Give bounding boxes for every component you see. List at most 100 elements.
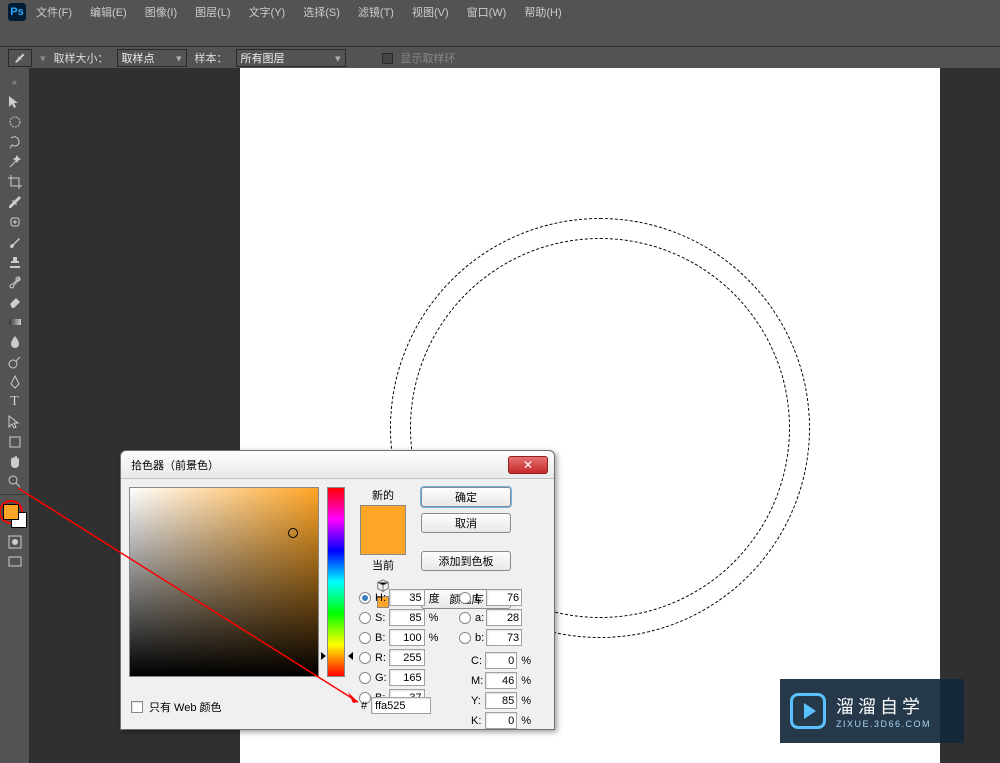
labb-label: b: [475, 632, 484, 644]
g-input[interactable] [389, 669, 425, 686]
dialog-close-button[interactable]: ✕ [508, 456, 548, 474]
watermark: 溜溜自学 ZIXUE.3D66.COM [780, 679, 964, 743]
shape-tool[interactable] [3, 432, 27, 452]
heal-tool[interactable] [3, 212, 27, 232]
dialog-titlebar[interactable]: 拾色器（前景色） ✕ [121, 451, 554, 479]
dodge-tool[interactable] [3, 352, 27, 372]
m-pct: % [521, 675, 531, 687]
brush-tool[interactable] [3, 232, 27, 252]
eraser-tool[interactable] [3, 292, 27, 312]
labb-input[interactable] [486, 629, 522, 646]
path-tool[interactable] [3, 412, 27, 432]
menu-select[interactable]: 选择(S) [303, 4, 340, 20]
hue-slider[interactable] [327, 487, 345, 677]
y-label: Y: [471, 695, 483, 707]
menu-view[interactable]: 视图(V) [412, 4, 449, 20]
L-radio[interactable] [459, 592, 471, 604]
color-swatches[interactable] [3, 504, 27, 528]
b-input[interactable] [389, 629, 425, 646]
watermark-cn: 溜溜自学 [836, 693, 931, 719]
labb-radio[interactable] [459, 632, 471, 644]
menu-edit[interactable]: 编辑(E) [90, 4, 127, 20]
a-input[interactable] [486, 609, 522, 626]
g-radio[interactable] [359, 672, 371, 684]
s-unit: % [429, 612, 440, 624]
hue-slider-thumb-icon[interactable] [323, 652, 351, 660]
blur-tool[interactable] [3, 332, 27, 352]
menu-type[interactable]: 文字(Y) [249, 4, 286, 20]
tools-panel: « T [0, 68, 30, 763]
wand-tool[interactable] [3, 152, 27, 172]
color-field[interactable] [129, 487, 319, 677]
menu-help[interactable]: 帮助(H) [524, 4, 561, 20]
menu-window[interactable]: 窗口(W) [467, 4, 507, 20]
dialog-title: 拾色器（前景色） [131, 457, 219, 473]
show-ring-checkbox[interactable] [382, 53, 393, 64]
quickmask-tool[interactable] [3, 532, 27, 552]
preview-new-color [361, 506, 405, 530]
move-tool[interactable] [3, 92, 27, 112]
a-label: a: [475, 612, 484, 624]
pen-tool[interactable] [3, 372, 27, 392]
watermark-en: ZIXUE.3D66.COM [836, 719, 931, 729]
history-brush-tool[interactable] [3, 272, 27, 292]
hex-label: # [361, 700, 367, 712]
eyedropper-tool[interactable] [3, 192, 27, 212]
lasso-tool[interactable] [3, 132, 27, 152]
color-field-cursor-icon [288, 528, 298, 538]
screen-mode-tool[interactable] [3, 552, 27, 572]
current-tool-icon[interactable] [8, 49, 32, 67]
sample-size-label: 取样大小： [54, 50, 109, 66]
L-label: L: [475, 592, 484, 604]
collapse-icon[interactable]: « [3, 72, 27, 92]
k-label: K: [471, 715, 483, 727]
add-swatch-button[interactable]: 添加到色板 [421, 551, 511, 571]
c-pct: % [521, 655, 531, 667]
web-only-label: 只有 Web 颜色 [149, 699, 222, 715]
b-unit: % [429, 632, 440, 644]
current-label: 当前 [372, 557, 394, 573]
r-label: R: [375, 652, 387, 664]
stamp-tool[interactable] [3, 252, 27, 272]
menu-filter[interactable]: 滤镜(T) [358, 4, 394, 20]
a-radio[interactable] [459, 612, 471, 624]
color-preview [360, 505, 406, 555]
sample-label: 样本： [195, 50, 228, 66]
marquee-tool[interactable] [3, 112, 27, 132]
k-input[interactable] [485, 712, 517, 729]
h-input[interactable] [389, 589, 425, 606]
L-input[interactable] [486, 589, 522, 606]
m-label: M: [471, 675, 483, 687]
y-input[interactable] [485, 692, 517, 709]
web-only-checkbox[interactable] [131, 701, 143, 713]
gradient-tool[interactable] [3, 312, 27, 332]
b-label: B: [375, 632, 387, 644]
s-radio[interactable] [359, 612, 371, 624]
options-bar: ▾ 取样大小： 取样点▾ 样本： 所有图层▾ 显示取样环 [0, 46, 1000, 70]
type-tool[interactable]: T [3, 392, 27, 412]
c-input[interactable] [485, 652, 517, 669]
ok-button[interactable]: 确定 [421, 487, 511, 507]
zoom-tool[interactable] [3, 472, 27, 492]
sample-size-dropdown[interactable]: 取样点▾ [117, 49, 187, 67]
h-radio[interactable] [359, 592, 371, 604]
sample-dropdown[interactable]: 所有图层▾ [236, 49, 346, 67]
menu-image[interactable]: 图像(I) [145, 4, 177, 20]
crop-tool[interactable] [3, 172, 27, 192]
r-input[interactable] [389, 649, 425, 666]
k-pct: % [521, 715, 531, 727]
h-unit: 度 [429, 590, 440, 606]
hand-tool[interactable] [3, 452, 27, 472]
menu-layer[interactable]: 图层(L) [195, 4, 230, 20]
menu-file[interactable]: 文件(F) [36, 4, 72, 20]
b-radio[interactable] [359, 632, 371, 644]
hex-input[interactable] [371, 697, 431, 714]
m-input[interactable] [485, 672, 517, 689]
h-label: H: [375, 592, 387, 604]
cancel-button[interactable]: 取消 [421, 513, 511, 533]
r-radio[interactable] [359, 652, 371, 664]
foreground-color-swatch[interactable] [3, 504, 19, 520]
menu-bar: 文件(F) 编辑(E) 图像(I) 图层(L) 文字(Y) 选择(S) 滤镜(T… [0, 4, 598, 20]
preview-current-color[interactable] [361, 530, 405, 554]
s-input[interactable] [389, 609, 425, 626]
